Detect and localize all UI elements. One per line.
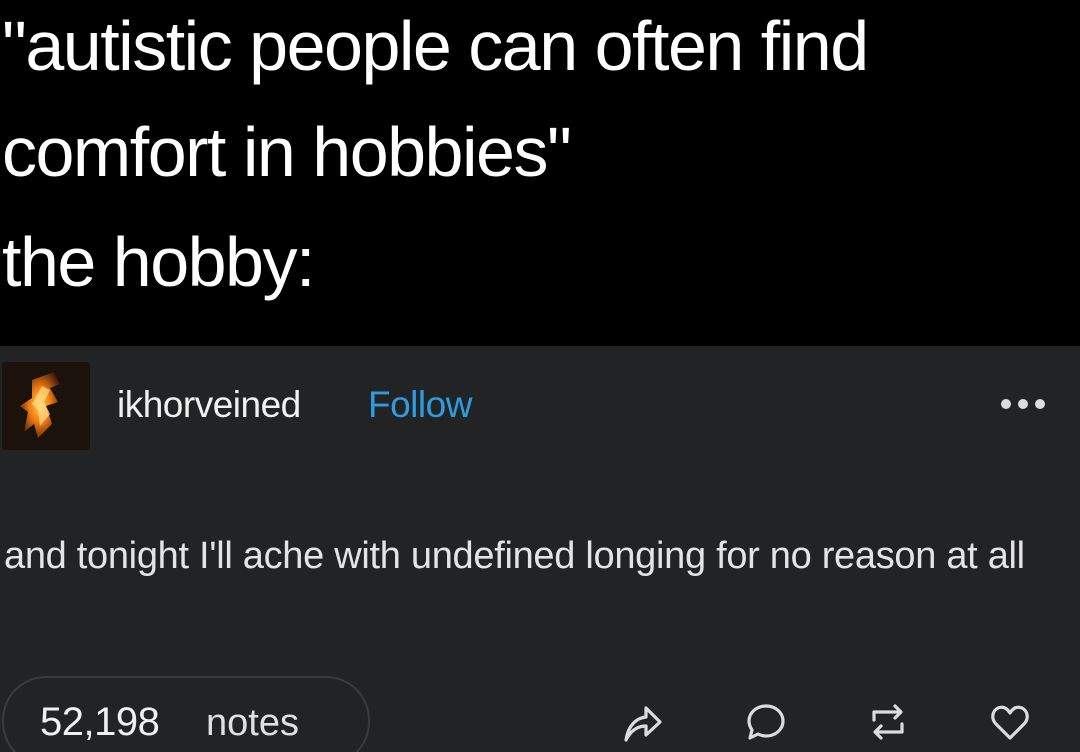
reblog-icon[interactable] — [866, 700, 910, 744]
meme-caption: "autistic people can often find comfort … — [0, 0, 1080, 346]
notes-label: notes — [206, 702, 299, 744]
caption-line-1: "autistic people can often find — [2, 7, 869, 85]
reply-icon[interactable] — [744, 700, 788, 744]
like-icon[interactable] — [988, 700, 1032, 744]
avatar-image — [2, 362, 90, 450]
share-icon[interactable] — [620, 700, 664, 744]
post-username[interactable]: ikhorveined — [117, 384, 301, 426]
post-body: and tonight I'll ache with undefined lon… — [4, 535, 1025, 577]
caption-line-2: comfort in hobbies" — [2, 113, 572, 191]
meme-frame: "autistic people can often find comfort … — [0, 0, 1080, 752]
avatar[interactable] — [2, 362, 90, 450]
notes-button[interactable]: 52,198 notes — [2, 676, 370, 752]
caption-line-3: the hobby: — [2, 223, 315, 301]
notes-count: 52,198 — [40, 700, 160, 744]
follow-button[interactable]: Follow — [368, 384, 472, 426]
more-icon[interactable] — [996, 394, 1050, 414]
tumblr-post: ikhorveined Follow and tonight I'll ache… — [0, 346, 1080, 752]
